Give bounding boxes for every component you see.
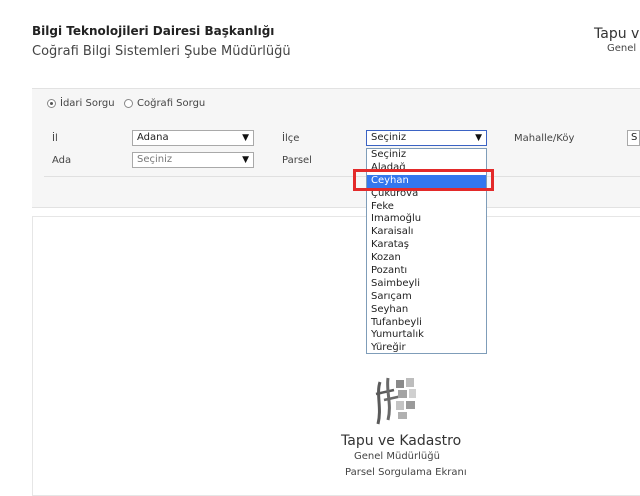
dropdown-option-highlighted[interactable]: Ceyhan xyxy=(367,174,486,188)
chevron-down-icon: ▼ xyxy=(242,133,249,143)
chevron-down-icon: ▼ xyxy=(475,133,482,143)
dropdown-option[interactable]: Yüreğir xyxy=(367,342,486,355)
dropdown-option[interactable]: Karataş xyxy=(367,239,486,252)
mahalle-label: Mahalle/Köy xyxy=(514,133,575,144)
dropdown-option[interactable]: Kozan xyxy=(367,252,486,265)
radio-cografi-sorgu[interactable]: Coğrafi Sorgu xyxy=(124,98,205,109)
il-select-value: Adana xyxy=(137,132,169,143)
radio-unchecked-icon[interactable] xyxy=(124,99,133,108)
radio-idari-sorgu[interactable]: İdari Sorgu xyxy=(47,98,115,109)
radio-checked-icon[interactable] xyxy=(47,99,56,108)
radio-cografi-sorgu-label: Coğrafi Sorgu xyxy=(137,98,206,109)
ada-label: Ada xyxy=(52,155,72,166)
panel-divider xyxy=(44,176,640,177)
dropdown-option[interactable]: Karaisalı xyxy=(367,226,486,239)
logo-line-2: Genel Müdürlüğü xyxy=(354,451,440,462)
mahalle-select-value: S xyxy=(631,132,638,143)
dropdown-option[interactable]: Pozantı xyxy=(367,265,486,278)
logo-line-1: Tapu ve Kadastro xyxy=(341,433,462,449)
map-content-area xyxy=(32,216,640,496)
dropdown-option[interactable]: Tufanbeyli xyxy=(367,317,486,330)
dropdown-option[interactable]: Yumurtalık xyxy=(367,329,486,342)
tkgm-logo-icon xyxy=(375,377,416,425)
mahalle-select[interactable]: S xyxy=(627,130,640,146)
header-subtitle: Coğrafi Bilgi Sistemleri Şube Müdürlüğü xyxy=(32,44,291,59)
ilce-select-value: Seçiniz xyxy=(371,132,407,143)
radio-idari-sorgu-label: İdari Sorgu xyxy=(60,98,115,109)
logo-line-3: Parsel Sorgulama Ekranı xyxy=(345,467,467,478)
header-right-subtitle: Genel xyxy=(607,43,637,54)
dropdown-option[interactable]: Sarıçam xyxy=(367,291,486,304)
il-select[interactable]: Adana ▼ xyxy=(132,130,254,146)
parsel-label: Parsel xyxy=(282,155,312,166)
dropdown-option[interactable]: Saimbeyli xyxy=(367,278,486,291)
ada-select[interactable]: Seçiniz ▼ xyxy=(132,152,254,168)
dropdown-option[interactable]: İmamoğlu xyxy=(367,213,486,226)
chevron-down-icon: ▼ xyxy=(242,155,249,165)
ilce-dropdown-list[interactable]: Seçiniz Aladağ Ceyhan Çukurova Feke İmam… xyxy=(366,148,487,354)
dropdown-option[interactable]: Aladağ xyxy=(367,162,486,175)
ada-select-value: Seçiniz xyxy=(137,154,173,165)
dropdown-option[interactable]: Feke xyxy=(367,201,486,214)
ilce-select[interactable]: Seçiniz ▼ xyxy=(366,130,487,146)
dropdown-option[interactable]: Seyhan xyxy=(367,304,486,317)
dropdown-option[interactable]: Çukurova xyxy=(367,188,486,201)
header-right-title: Tapu ve xyxy=(594,26,640,42)
ilce-label: İlçe xyxy=(282,133,300,144)
il-label: İl xyxy=(52,133,58,144)
dropdown-option[interactable]: Seçiniz xyxy=(367,149,486,162)
header-title: Bilgi Teknolojileri Dairesi Başkanlığı xyxy=(32,24,275,38)
